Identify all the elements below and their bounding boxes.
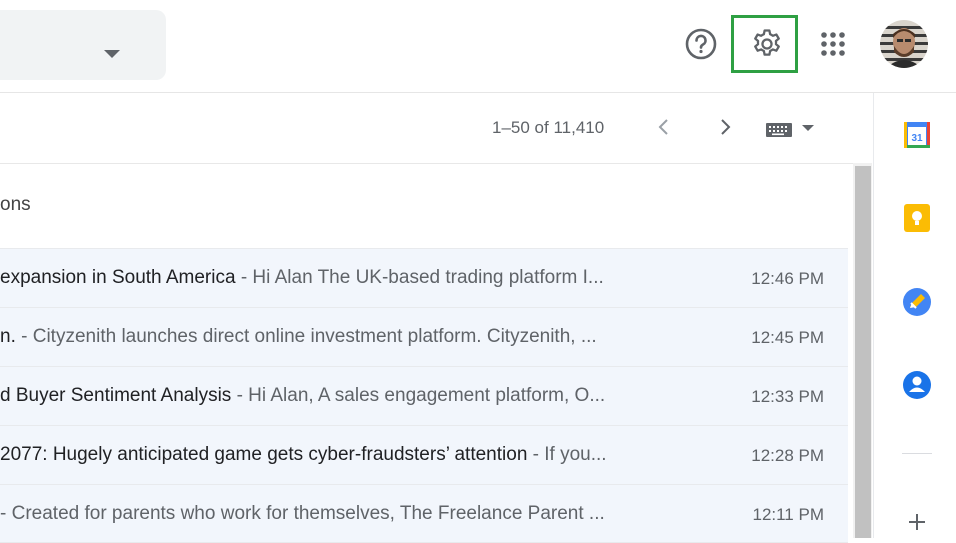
email-time: 12:33 PM bbox=[751, 387, 824, 406]
email-row[interactable]: 2077: Hugely anticipated game gets cyber… bbox=[0, 425, 848, 484]
email-row[interactable]: d Buyer Sentiment Analysis - Hi Alan, A … bbox=[0, 366, 848, 425]
email-list: expansion in South America - Hi Alan The… bbox=[0, 248, 848, 543]
email-snippet: - Hi Alan, A sales engagement platform, … bbox=[231, 385, 606, 406]
search-bar[interactable] bbox=[0, 10, 166, 80]
calendar-icon[interactable]: 31 bbox=[902, 120, 932, 150]
calendar-date: 31 bbox=[911, 133, 923, 144]
email-subject: n. bbox=[0, 326, 16, 347]
pagination-count: 1–50 of 11,410 bbox=[492, 118, 605, 137]
email-time: 12:46 PM bbox=[751, 269, 824, 288]
keyboard-icon[interactable] bbox=[764, 119, 822, 139]
email-snippet: - If you... bbox=[527, 444, 607, 465]
search-options-caret-icon[interactable] bbox=[104, 50, 120, 58]
email-content: d Buyer Sentiment Analysis - Hi Alan, A … bbox=[0, 385, 682, 407]
add-icon[interactable] bbox=[902, 507, 932, 537]
email-content: 2077: Hugely anticipated game gets cyber… bbox=[0, 444, 682, 466]
settings-button[interactable] bbox=[745, 22, 789, 66]
tasks-icon[interactable] bbox=[902, 287, 932, 317]
list-toolbar: 1–50 of 11,410 bbox=[0, 93, 853, 164]
email-subject: d Buyer Sentiment Analysis bbox=[0, 385, 232, 406]
email-subject: 2077: Hugely anticipated game gets cyber… bbox=[0, 444, 528, 465]
email-content: n. - Cityzenith launches direct online i… bbox=[0, 326, 682, 348]
avatar-photo bbox=[880, 20, 928, 68]
email-time: 12:28 PM bbox=[751, 446, 824, 465]
side-panel-divider bbox=[902, 453, 932, 454]
email-snippet: - Hi Alan The UK-based trading platform … bbox=[235, 267, 604, 288]
keep-icon[interactable] bbox=[902, 203, 932, 233]
side-panel: 31 bbox=[873, 93, 956, 538]
apps-grid-icon bbox=[821, 32, 845, 56]
email-time: 12:11 PM bbox=[752, 505, 824, 524]
email-content: - Created for parents who work for thems… bbox=[0, 503, 682, 525]
email-snippet: - Created for parents who work for thems… bbox=[0, 503, 605, 524]
chevron-left-icon[interactable] bbox=[652, 115, 676, 139]
email-subject: expansion in South America bbox=[0, 267, 236, 288]
chevron-right-icon[interactable] bbox=[713, 115, 737, 139]
help-button[interactable] bbox=[679, 22, 723, 66]
help-circle-icon bbox=[685, 28, 717, 60]
contacts-icon[interactable] bbox=[902, 370, 932, 400]
google-apps-button[interactable] bbox=[811, 22, 855, 66]
account-avatar[interactable] bbox=[880, 20, 928, 68]
email-snippet: - Cityzenith launches direct online inve… bbox=[15, 326, 597, 347]
scrollbar-thumb[interactable] bbox=[855, 166, 871, 538]
email-row[interactable]: n. - Cityzenith launches direct online i… bbox=[0, 307, 848, 366]
top-header bbox=[0, 0, 956, 93]
gear-icon bbox=[754, 29, 780, 56]
email-content: expansion in South America - Hi Alan The… bbox=[0, 267, 682, 289]
email-time: 12:45 PM bbox=[751, 328, 824, 347]
email-row[interactable]: expansion in South America - Hi Alan The… bbox=[0, 248, 848, 307]
email-row[interactable]: - Created for parents who work for thems… bbox=[0, 484, 848, 543]
section-label: ons bbox=[0, 194, 31, 215]
